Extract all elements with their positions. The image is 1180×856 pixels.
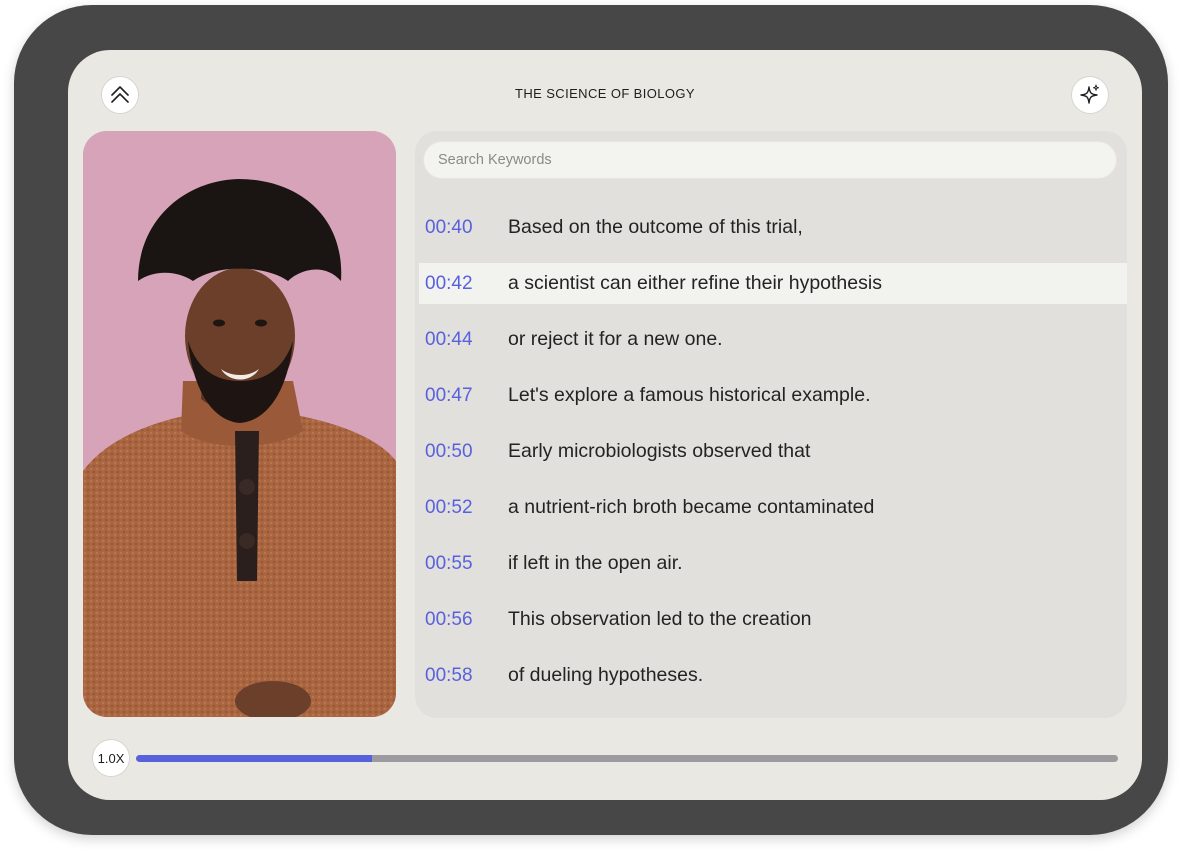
transcript-line[interactable]: 00:50 Early microbiologists observed that <box>419 431 1127 472</box>
transcript-line[interactable]: 00:55 if left in the open air. <box>419 543 1127 584</box>
transcript-text: Based on the outcome of this trial, <box>508 216 803 238</box>
page-title: THE SCIENCE OF BIOLOGY <box>515 86 695 101</box>
transcript-text: of dueling hypotheses. <box>508 664 704 686</box>
app-screen: THE SCIENCE OF BIOLOGY Search Keywords 0… <box>68 50 1142 800</box>
transcript-text: This observation led to the creation <box>508 608 812 630</box>
transcript-text: Early microbiologists observed that <box>508 440 811 462</box>
transcript-timestamp[interactable]: 00:58 <box>419 665 508 687</box>
transcript-line[interactable]: 00:58 of dueling hypotheses. <box>419 655 1127 696</box>
transcript-line[interactable]: 00:42 a scientist can either refine their… <box>419 263 1127 304</box>
search-input[interactable] <box>423 141 1117 179</box>
progress-fill <box>136 755 372 762</box>
transcript-timestamp[interactable]: 00:44 <box>419 329 508 351</box>
transcript-timestamp[interactable]: 00:47 <box>419 385 508 407</box>
device-frame: THE SCIENCE OF BIOLOGY Search Keywords 0… <box>14 5 1168 835</box>
transcript-line[interactable]: 00:56 This observation led to the creatio… <box>419 599 1127 640</box>
transcript-line[interactable]: 00:44 or reject it for a new one. <box>419 319 1127 360</box>
playback-speed-button[interactable]: 1.0X <box>92 739 130 777</box>
transcript-timestamp[interactable]: 00:40 <box>419 217 508 239</box>
transcript-text: if left in the open air. <box>508 552 683 574</box>
transcript-line[interactable]: 00:52 a nutrient-rich broth became contam… <box>419 487 1127 528</box>
transcript-timestamp[interactable]: 00:55 <box>419 553 508 575</box>
transcript-timestamp[interactable]: 00:56 <box>419 609 508 631</box>
video-player[interactable] <box>83 131 396 717</box>
transcript-text: or reject it for a new one. <box>508 328 723 350</box>
progress-bar[interactable] <box>136 755 1118 762</box>
sparkle-icon <box>1080 84 1099 104</box>
transcript-line[interactable]: 00:40 Based on the outcome of this trial, <box>419 207 1127 248</box>
transcript-panel: 00:40Based on the outcome of this trial,… <box>415 131 1127 718</box>
transcript-text: a nutrient-rich broth became contaminate… <box>508 496 875 518</box>
transcript-timestamp[interactable]: 00:50 <box>419 441 508 463</box>
transcript-timestamp[interactable]: 00:52 <box>419 497 508 519</box>
transcript-text: a scientist can either refine their hypo… <box>508 272 882 294</box>
transcript-line[interactable]: 00:47 Let's explore a famous historical e… <box>419 375 1127 416</box>
presenter-video-frame <box>83 131 396 717</box>
transcript-timestamp[interactable]: 00:42 <box>419 273 508 295</box>
ai-assist-button[interactable] <box>1071 76 1109 114</box>
transcript-text: Let's explore a famous historical exampl… <box>508 384 871 406</box>
